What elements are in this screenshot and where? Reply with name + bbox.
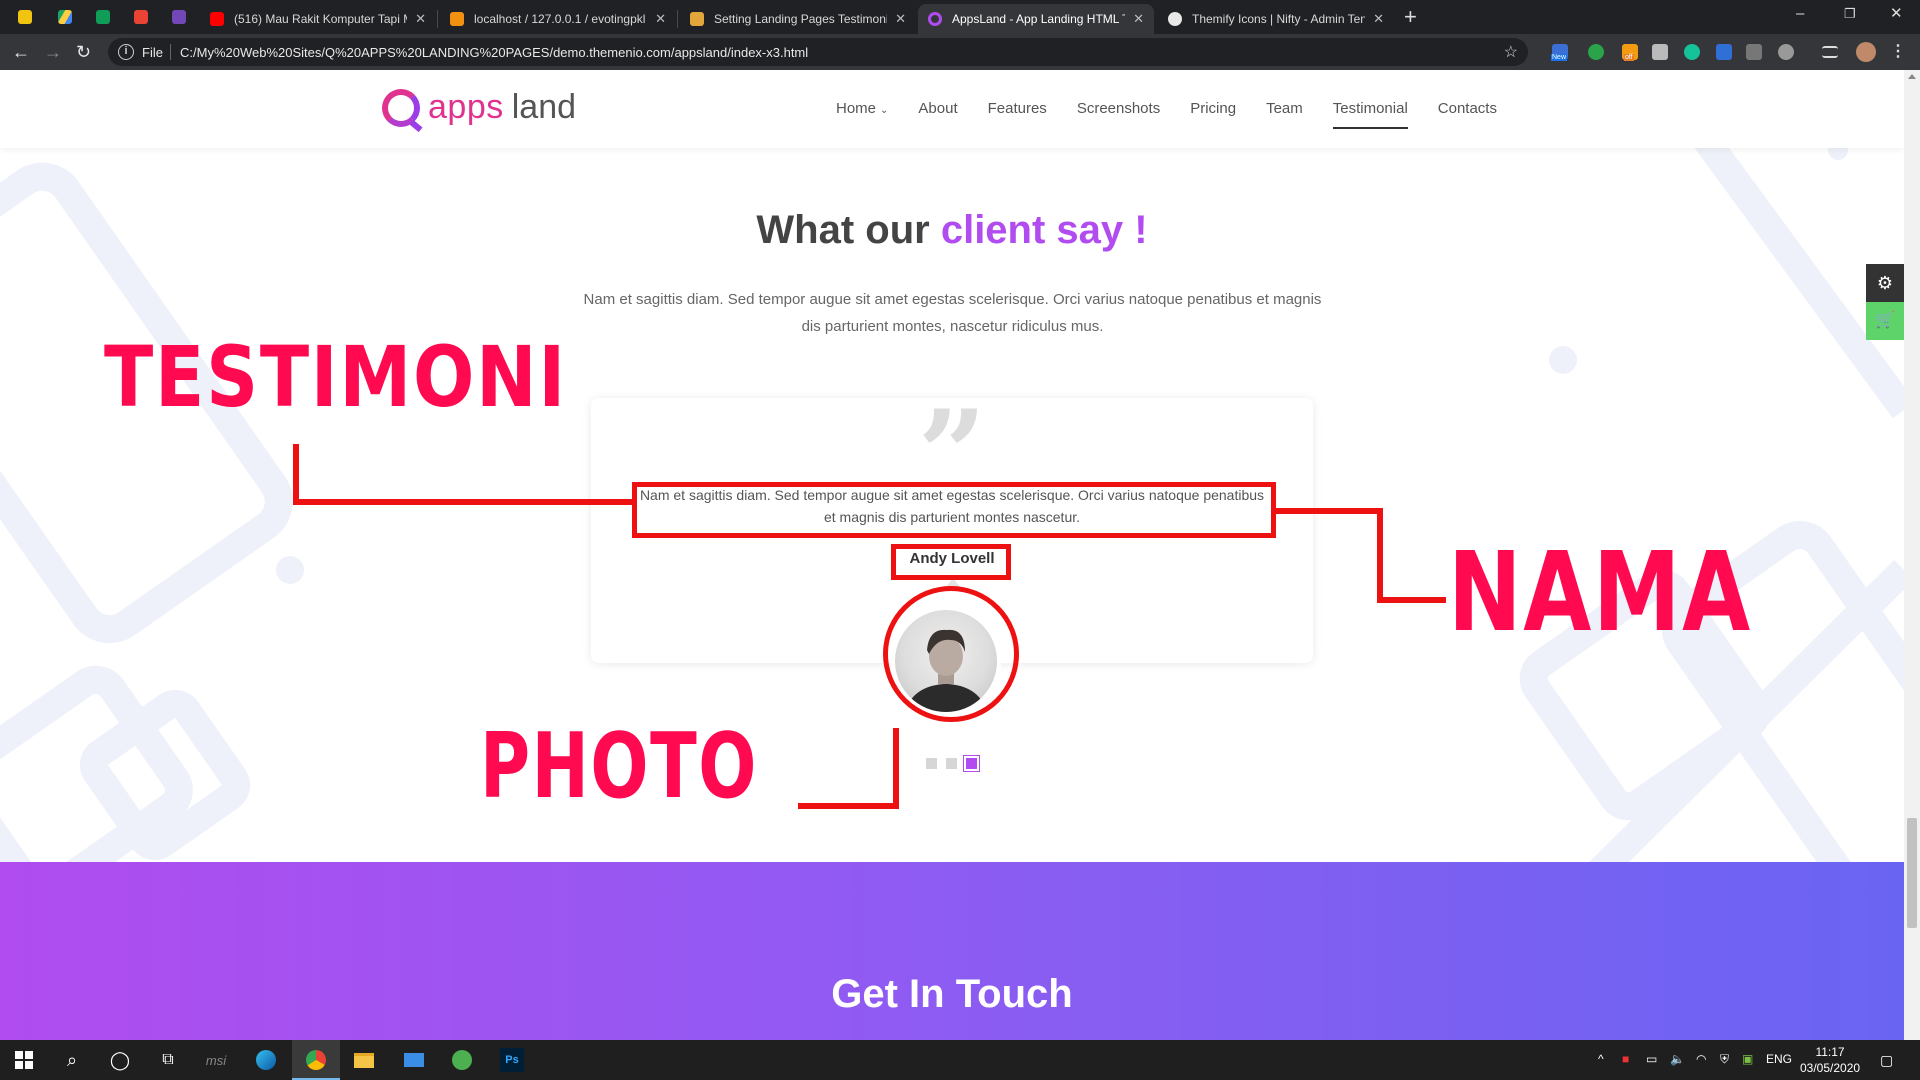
scrollbar-thumb[interactable] (1907, 818, 1917, 928)
close-icon[interactable]: ✕ (1373, 11, 1384, 27)
extension-badge-off: off (1624, 54, 1634, 61)
notifications-icon[interactable]: ▢ (1880, 1052, 1893, 1069)
file-explorer-icon[interactable] (352, 1048, 376, 1072)
network-app-icon[interactable] (450, 1048, 474, 1072)
page-viewport: apps land Home ⌄ About Features Screensho… (0, 70, 1904, 1040)
globe-icon (1168, 12, 1182, 26)
battery-icon[interactable]: ▭ (1646, 1052, 1657, 1066)
close-icon[interactable]: ✕ (655, 11, 666, 27)
browser-tab-strip: (516) Mau Rakit Komputer Tapi M ✕ localh… (0, 0, 1920, 34)
pinned-tab-gmail-icon[interactable] (130, 6, 152, 28)
photoshop-icon[interactable]: Ps (500, 1048, 524, 1072)
address-bar[interactable]: i File C:/My%20Web%20Sites/Q%20APPS%20LA… (108, 38, 1528, 66)
browser-tab-2[interactable]: Setting Landing Pages Testimoni ✕ (680, 4, 916, 34)
chrome-icon[interactable] (304, 1048, 328, 1072)
extension-icon[interactable] (1588, 44, 1604, 60)
pinned-tab-drive-icon[interactable] (54, 6, 76, 28)
system-clock[interactable]: 11:17 03/05/2020 (1800, 1044, 1860, 1076)
msi-icon[interactable]: msi (204, 1048, 228, 1072)
tab-title: localhost / 127.0.0.1 / evotingpkl (474, 12, 646, 26)
grammarly-icon[interactable] (1684, 44, 1700, 60)
address-url[interactable]: C:/My%20Web%20Sites/Q%20APPS%20LANDING%2… (180, 45, 808, 60)
browser-tab-3[interactable]: AppsLand - App Landing HTML T ✕ (918, 4, 1154, 34)
get-in-touch-title: Get In Touch (831, 972, 1073, 1016)
tab-title: (516) Mau Rakit Komputer Tapi M (234, 12, 408, 26)
restore-icon[interactable]: ❐ (1844, 2, 1856, 26)
minimize-icon[interactable]: – (1796, 2, 1804, 26)
close-icon[interactable]: ✕ (1133, 11, 1144, 27)
extension-icon[interactable]: New (1551, 44, 1568, 61)
mail-icon[interactable] (402, 1048, 426, 1072)
annotation-label-testimoni: TESTIMONI (104, 328, 567, 426)
volume-icon[interactable]: 🔈 (1670, 1052, 1685, 1066)
window-close-icon[interactable]: ✕ (1890, 2, 1903, 26)
tray-chevron-up-icon[interactable]: ^ (1598, 1052, 1604, 1066)
extension-badge-new: New (1551, 54, 1568, 61)
appsland-icon (928, 12, 942, 26)
reading-list-icon[interactable] (1822, 46, 1838, 58)
info-icon[interactable]: i (118, 44, 134, 60)
tray-app-icon[interactable]: ▣ (1742, 1052, 1753, 1066)
address-scheme: File (142, 45, 163, 60)
pinned-tab-sheets-icon[interactable] (14, 6, 36, 28)
browser-tab-1[interactable]: localhost / 127.0.0.1 / evotingpkl ✕ (440, 4, 676, 34)
tab-title: Themify Icons | Nifty - Admin Ten (1192, 12, 1366, 26)
get-in-touch-section: Get In Touch (0, 862, 1904, 1040)
profile-avatar[interactable] (1856, 42, 1876, 62)
scroll-up-arrow-icon[interactable] (1908, 74, 1916, 79)
settings-gear-icon[interactable]: ⚙ (1866, 264, 1904, 302)
extension-icon[interactable] (1746, 44, 1762, 60)
forward-arrow-icon[interactable]: → (44, 41, 62, 63)
pinned-tab-sheets-green-icon[interactable] (92, 6, 114, 28)
bookmark-star-icon[interactable]: ☆ (1504, 42, 1518, 62)
page-icon (690, 12, 704, 26)
security-shield-icon[interactable]: ⛨ (1720, 1052, 1729, 1067)
annotation-label-photo: PHOTO (480, 714, 758, 819)
search-icon[interactable]: ⌕ (60, 1048, 84, 1072)
windows-start-icon[interactable] (12, 1048, 36, 1072)
back-arrow-icon[interactable]: ← (12, 41, 30, 63)
cortana-icon[interactable]: ◯ (108, 1048, 132, 1072)
tab-title: Setting Landing Pages Testimoni (714, 12, 888, 26)
tab-title: AppsLand - App Landing HTML T (952, 12, 1126, 26)
browser-toolbar: ← → ↻ i File C:/My%20Web%20Sites/Q%20APP… (0, 34, 1920, 70)
extension-icon[interactable] (1652, 44, 1668, 60)
edge-icon[interactable] (254, 1048, 278, 1072)
extension-icon[interactable]: off (1622, 44, 1638, 61)
download-icon[interactable] (1716, 44, 1732, 60)
phpmyadmin-icon (450, 12, 464, 26)
language-indicator[interactable]: ENG (1766, 1052, 1792, 1066)
close-icon[interactable]: ✕ (415, 11, 426, 27)
task-view-icon[interactable]: ⧉ (156, 1048, 180, 1072)
clock-date: 03/05/2020 (1800, 1061, 1861, 1075)
annotation-label-nama: NAMA (1448, 528, 1752, 656)
pinned-tab-forms-icon[interactable] (168, 6, 190, 28)
menu-kebab-icon[interactable]: ⋮ (1890, 41, 1906, 61)
tray-app-icon[interactable]: ■ (1622, 1052, 1629, 1066)
browser-tab-0[interactable]: (516) Mau Rakit Komputer Tapi M ✕ (200, 4, 436, 34)
reload-icon[interactable]: ↻ (76, 41, 91, 63)
wifi-icon[interactable]: ◠ (1696, 1052, 1706, 1066)
browser-tab-4[interactable]: Themify Icons | Nifty - Admin Ten ✕ (1158, 4, 1394, 34)
cart-icon[interactable]: 🛒 (1866, 302, 1904, 340)
extension-icon[interactable] (1778, 44, 1794, 60)
page-scrollbar[interactable] (1904, 70, 1920, 1040)
clock-time: 11:17 (1815, 1045, 1845, 1059)
youtube-icon (210, 12, 224, 26)
new-tab-plus-icon[interactable]: + (1404, 3, 1417, 31)
close-icon[interactable]: ✕ (895, 11, 906, 27)
windows-taskbar: ⌕ ◯ ⧉ msi Ps ^ ■ ▭ 🔈 ◠ ⛨ ▣ ENG 11:17 03/… (0, 1040, 1920, 1080)
